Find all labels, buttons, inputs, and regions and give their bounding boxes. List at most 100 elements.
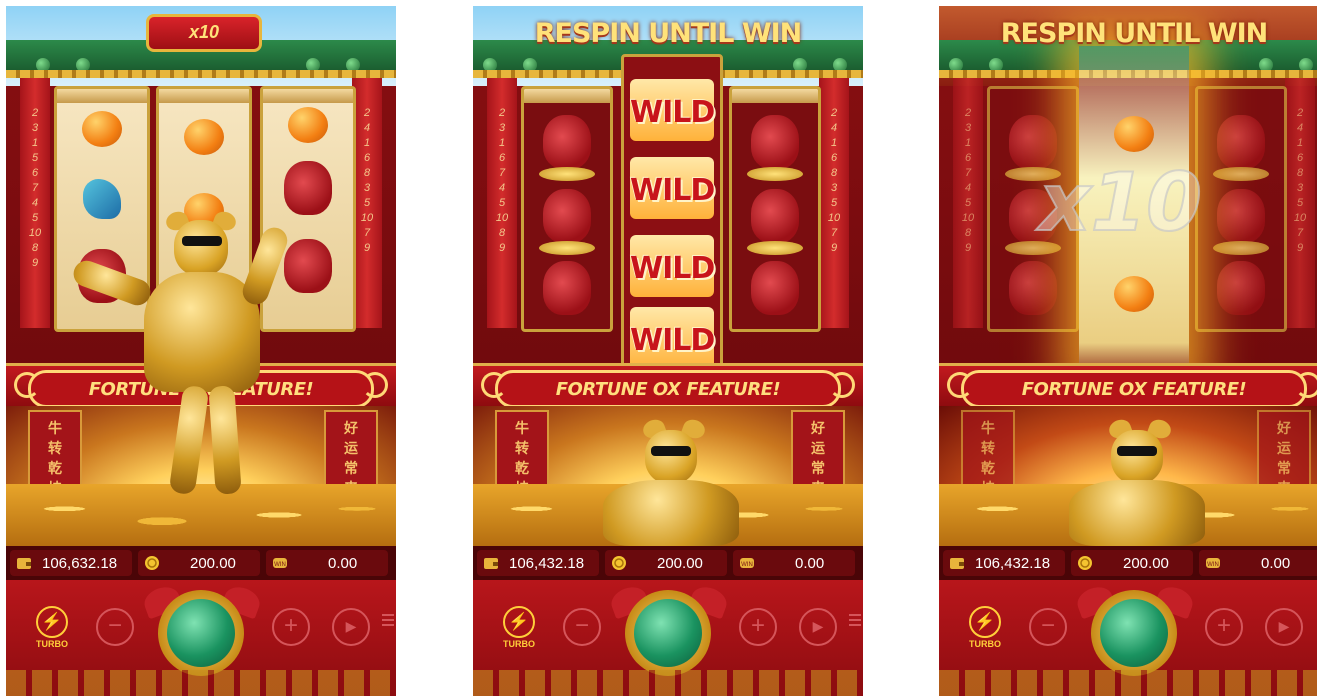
list-item: 3 [1296, 182, 1304, 194]
list-item: 1 [1296, 137, 1304, 149]
swirl-ornament [947, 372, 973, 398]
list-item: 10 [360, 212, 374, 224]
autoplay-button[interactable]: ▶ [799, 608, 837, 646]
play-icon: ▶ [345, 618, 357, 634]
play-icon: ▶ [1278, 618, 1290, 634]
red-bag-symbol [1217, 115, 1265, 169]
wild-label: WILD [630, 251, 715, 286]
list-item: 6 [964, 152, 972, 164]
turbo-label: TURBO [36, 639, 68, 649]
coin-icon [612, 556, 626, 570]
spin-button[interactable] [1091, 590, 1177, 676]
list-item: 10 [827, 212, 841, 224]
autoplay-button[interactable]: ▶ [332, 608, 370, 646]
gold-coins [747, 167, 803, 181]
top-multiplier-text: x10 [188, 22, 220, 42]
golden-ox-character [583, 416, 753, 546]
list-item: 10 [961, 212, 975, 224]
decrease-bet-button[interactable]: − [1029, 608, 1067, 646]
list-item: 9 [498, 242, 506, 254]
spin-icon [167, 599, 235, 667]
turbo-button[interactable]: ⚡ TURBO [34, 606, 70, 649]
pillar-numbers-left: 2 3 1 6 7 4 5 10 8 9 [491, 106, 513, 256]
gold-coins [1213, 167, 1269, 181]
bet-value: 200.00 [190, 555, 236, 572]
list-item: 6 [1296, 152, 1304, 164]
respin-banner: RESPIN UNTIL WIN [1000, 18, 1269, 49]
list-item: 5 [830, 197, 838, 209]
multiplier-x10: x10 [1038, 155, 1203, 250]
wild-symbol: WILD [630, 235, 715, 297]
pillar-numbers-right: 2 4 1 6 8 3 5 10 7 9 [823, 106, 845, 256]
red-bag-symbol [543, 115, 591, 169]
minus-icon: − [107, 612, 122, 639]
floor-pattern [6, 670, 396, 696]
list-item: 6 [498, 152, 506, 164]
red-bag-symbol [1217, 189, 1265, 243]
red-bag-symbol [1217, 261, 1265, 315]
menu-icon[interactable] [382, 614, 394, 629]
list-item: 乾 [981, 460, 995, 476]
red-bag-symbol [751, 115, 799, 169]
win-value: 0.00 [795, 555, 825, 572]
minus-icon: − [1040, 612, 1055, 639]
game-panel-2: RESPIN UNTIL WIN 2 3 1 6 7 4 5 10 8 9 2 4 1 6 8 3 5 10 7 9… [473, 6, 863, 696]
plus-icon: + [283, 612, 298, 639]
list-item: 3 [31, 122, 39, 134]
turbo-button[interactable]: ⚡ TURBO [501, 606, 537, 649]
list-item: 7 [31, 182, 39, 194]
balance-display: 106,432.18 [943, 550, 1065, 576]
swirl-ornament [829, 372, 855, 398]
orange-symbol [288, 107, 328, 143]
list-item: 5 [964, 197, 972, 209]
decrease-bet-button[interactable]: − [96, 608, 134, 646]
bet-display: 200.00 [1071, 550, 1193, 576]
pillar-numbers-right: 2 4 1 6 8 3 5 10 7 9 [1289, 106, 1311, 256]
list-item: 1 [964, 137, 972, 149]
ox-torso [603, 480, 739, 546]
bet-value: 200.00 [657, 555, 703, 572]
list-item: 4 [964, 182, 972, 194]
plus-icon: + [750, 612, 765, 639]
increase-bet-button[interactable]: + [272, 608, 310, 646]
autoplay-button[interactable]: ▶ [1265, 608, 1303, 646]
wallet-icon [950, 558, 964, 569]
menu-icon[interactable] [849, 614, 861, 629]
spin-button[interactable] [158, 590, 244, 676]
list-item: 10 [495, 212, 509, 224]
feature-text: FORTUNE OX FEATURE! [1021, 379, 1247, 400]
ox-left-arm [69, 257, 155, 309]
increase-bet-button[interactable]: + [739, 608, 777, 646]
spin-icon [634, 599, 702, 667]
stats-bar: 106,432.18 200.00 WIN 0.00 [939, 546, 1317, 580]
gold-coins [1213, 241, 1269, 255]
list-item: 6 [830, 152, 838, 164]
list-item: 牛 [515, 420, 529, 436]
bet-display: 200.00 [605, 550, 727, 576]
reel-3 [729, 86, 821, 332]
list-item: 5 [363, 197, 371, 209]
bet-value: 200.00 [1123, 555, 1169, 572]
win-icon: WIN [740, 558, 754, 568]
ox-head [174, 220, 228, 276]
list-item: 2 [830, 107, 838, 119]
red-bag-symbol [1009, 261, 1057, 315]
balance-value: 106,432.18 [509, 555, 585, 572]
list-item: 7 [1296, 227, 1304, 239]
increase-bet-button[interactable]: + [1205, 608, 1243, 646]
pillar-numbers-left: 2 3 1 5 6 7 4 5 10 8 9 [24, 106, 46, 271]
gold-coins [539, 167, 595, 181]
ox-right-leg [208, 385, 242, 495]
svg-text:WIN: WIN [274, 562, 286, 568]
list-item: 6 [363, 152, 371, 164]
swirl-ornament [14, 372, 40, 398]
decrease-bet-button[interactable]: − [563, 608, 601, 646]
turbo-button[interactable]: ⚡ TURBO [967, 606, 1003, 649]
swirl-ornament [1295, 372, 1317, 398]
spin-button[interactable] [625, 590, 711, 676]
balance-value: 106,432.18 [975, 555, 1051, 572]
list-item: 9 [964, 242, 972, 254]
ox-right-arm [239, 223, 291, 309]
list-item: 4 [830, 122, 838, 134]
orange-symbol [1114, 276, 1154, 312]
